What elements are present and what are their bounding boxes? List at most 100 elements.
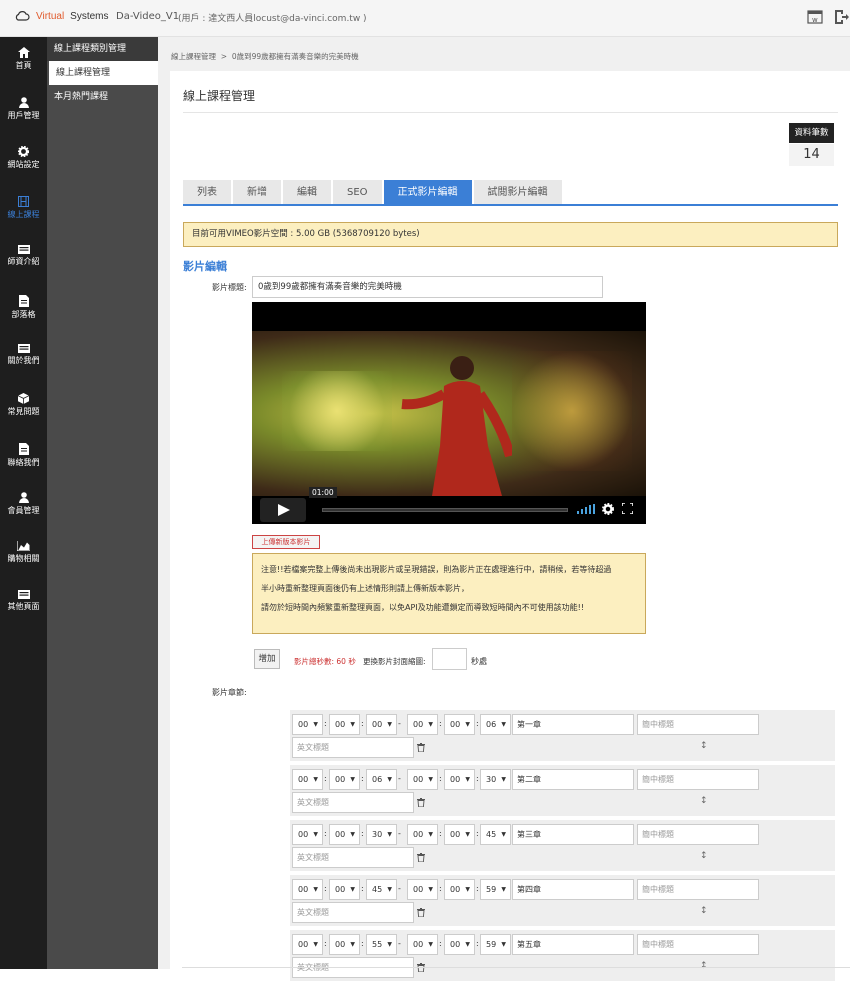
preview-icon[interactable]: w xyxy=(807,9,823,25)
volume-icon[interactable] xyxy=(577,504,595,514)
end-hour-select[interactable]: 00 ▼ xyxy=(407,769,438,790)
video-title-input[interactable]: 0歲到99歲都擁有滿奏音樂的完美時機 xyxy=(252,276,603,298)
trash-icon[interactable] xyxy=(417,743,425,752)
start-minute-select[interactable]: 00 ▼ xyxy=(329,769,360,790)
box-icon xyxy=(18,393,29,404)
time-separator: : xyxy=(476,939,479,948)
drag-handle-icon[interactable]: ↕ xyxy=(700,796,708,806)
dropdown-caret-icon: ▼ xyxy=(313,886,318,893)
nav-blog[interactable]: 部落格 xyxy=(0,295,47,335)
subnav-popular-courses[interactable]: 本月熱門課程 xyxy=(47,85,158,109)
simplified-title-input[interactable]: 簡中標題 xyxy=(637,879,759,900)
start-minute-select[interactable]: 00 ▼ xyxy=(329,879,360,900)
cover-seconds-input[interactable] xyxy=(432,648,467,670)
drag-handle-icon[interactable]: ↕ xyxy=(700,961,708,971)
end-second-select[interactable]: 06 ▼ xyxy=(480,714,511,735)
dropdown-caret-icon: ▼ xyxy=(428,941,433,948)
nav-members[interactable]: 會員管理 xyxy=(0,492,47,532)
end-second-select[interactable]: 59 ▼ xyxy=(480,879,511,900)
end-hour-select[interactable]: 00 ▼ xyxy=(407,824,438,845)
subnav-course-management[interactable]: 線上課程管理 xyxy=(49,61,158,85)
nav-site-settings[interactable]: 網站設定 xyxy=(0,146,47,186)
subnav-course-categories[interactable]: 線上課程類別管理 xyxy=(47,37,158,61)
end-minute-select[interactable]: 00 ▼ xyxy=(444,879,475,900)
tab-edit[interactable]: 編輯 xyxy=(283,180,331,206)
end-minute-select[interactable]: 00 ▼ xyxy=(444,824,475,845)
chapter-title-input[interactable]: 第四章 xyxy=(512,879,634,900)
nav-about[interactable]: 關於我們 xyxy=(0,344,47,384)
nav-faq[interactable]: 常見問題 xyxy=(0,393,47,433)
progress-track[interactable] xyxy=(322,508,568,512)
settings-icon[interactable] xyxy=(602,503,614,515)
tab-seo[interactable]: SEO xyxy=(333,180,382,206)
start-hour-select[interactable]: 00 ▼ xyxy=(292,714,323,735)
start-hour-select[interactable]: 00 ▼ xyxy=(292,769,323,790)
start-minute-select[interactable]: 00 ▼ xyxy=(329,934,360,955)
brand-systems: Systems xyxy=(70,10,109,22)
nav-users[interactable]: 用戶管理 xyxy=(0,97,47,137)
brand-logo[interactable]: Virtual Systems xyxy=(14,10,109,22)
end-hour-select[interactable]: 00 ▼ xyxy=(407,879,438,900)
play-button[interactable] xyxy=(260,498,306,522)
start-second-select[interactable]: 30 ▼ xyxy=(366,824,397,845)
logout-icon[interactable] xyxy=(833,9,849,25)
time-separator: : xyxy=(439,884,442,893)
end-minute-select[interactable]: 00 ▼ xyxy=(444,934,475,955)
drag-handle-icon[interactable]: ↕ xyxy=(700,906,708,916)
tab-list[interactable]: 列表 xyxy=(183,180,231,206)
video-player[interactable]: 01:00 xyxy=(252,302,646,524)
start-second-select[interactable]: 45 ▼ xyxy=(366,879,397,900)
add-chapter-button[interactable]: 增加 xyxy=(254,649,280,669)
end-second-select[interactable]: 45 ▼ xyxy=(480,824,511,845)
english-title-input[interactable]: 英文標題 xyxy=(292,902,414,923)
start-hour-select[interactable]: 00 ▼ xyxy=(292,934,323,955)
trash-icon[interactable] xyxy=(417,798,425,807)
simplified-title-input[interactable]: 簡中標題 xyxy=(637,934,759,955)
start-second-select[interactable]: 06 ▼ xyxy=(366,769,397,790)
drag-handle-icon[interactable]: ↕ xyxy=(700,741,708,751)
start-second-select[interactable]: 00 ▼ xyxy=(366,714,397,735)
end-second-select[interactable]: 30 ▼ xyxy=(480,769,511,790)
time-separator: - xyxy=(398,884,401,893)
end-hour-select[interactable]: 00 ▼ xyxy=(407,714,438,735)
breadcrumb-parent[interactable]: 線上課程管理 xyxy=(171,52,216,61)
nav-online-courses[interactable]: 線上課程 xyxy=(0,196,47,236)
start-hour-select[interactable]: 00 ▼ xyxy=(292,824,323,845)
start-minute-select[interactable]: 00 ▼ xyxy=(329,714,360,735)
start-second-select[interactable]: 55 ▼ xyxy=(366,934,397,955)
bottom-divider xyxy=(182,967,850,968)
end-second-select[interactable]: 59 ▼ xyxy=(480,934,511,955)
nav-teachers[interactable]: 師資介紹 xyxy=(0,245,47,285)
tab-add[interactable]: 新增 xyxy=(233,180,281,206)
nav-label: 關於我們 xyxy=(7,356,40,365)
chapter-title-input[interactable]: 第三章 xyxy=(512,824,634,845)
english-title-input[interactable]: 英文標題 xyxy=(292,792,414,813)
nav-home[interactable]: 首頁 xyxy=(0,47,47,87)
nav-other-pages[interactable]: 其他頁面 xyxy=(0,590,47,630)
tab-official-video-edit[interactable]: 正式影片編輯 xyxy=(383,180,472,206)
simplified-title-input[interactable]: 簡中標題 xyxy=(637,714,759,735)
trash-icon[interactable] xyxy=(417,908,425,917)
simplified-title-input[interactable]: 簡中標題 xyxy=(637,824,759,845)
nav-contact[interactable]: 聯絡我們 xyxy=(0,443,47,483)
chapter-title-input[interactable]: 第一章 xyxy=(512,714,634,735)
chapter-title-input[interactable]: 第二章 xyxy=(512,769,634,790)
chapter-title-input[interactable]: 第五章 xyxy=(512,934,634,955)
end-minute-select[interactable]: 00 ▼ xyxy=(444,769,475,790)
end-hour-select[interactable]: 00 ▼ xyxy=(407,934,438,955)
nav-shopping[interactable]: 購物相關 xyxy=(0,541,47,581)
end-minute-select[interactable]: 00 ▼ xyxy=(444,714,475,735)
start-minute-select[interactable]: 00 ▼ xyxy=(329,824,360,845)
simplified-title-input[interactable]: 簡中標題 xyxy=(637,769,759,790)
time-separator: : xyxy=(439,719,442,728)
upload-new-version-button[interactable]: 上傳新版本影片 xyxy=(252,535,320,549)
trash-icon[interactable] xyxy=(417,853,425,862)
content-panel: 線上課程管理 資料筆數 14 列表 新增 編輯 SEO 正式影片編輯 試閱影片編… xyxy=(170,71,850,981)
fullscreen-icon[interactable] xyxy=(622,503,633,514)
english-title-input[interactable]: 英文標題 xyxy=(292,847,414,868)
dropdown-caret-icon: ▼ xyxy=(501,721,506,728)
english-title-input[interactable]: 英文標題 xyxy=(292,737,414,758)
tab-preview-video-edit[interactable]: 試閱影片編輯 xyxy=(473,180,562,206)
start-hour-select[interactable]: 00 ▼ xyxy=(292,879,323,900)
drag-handle-icon[interactable]: ↕ xyxy=(700,851,708,861)
